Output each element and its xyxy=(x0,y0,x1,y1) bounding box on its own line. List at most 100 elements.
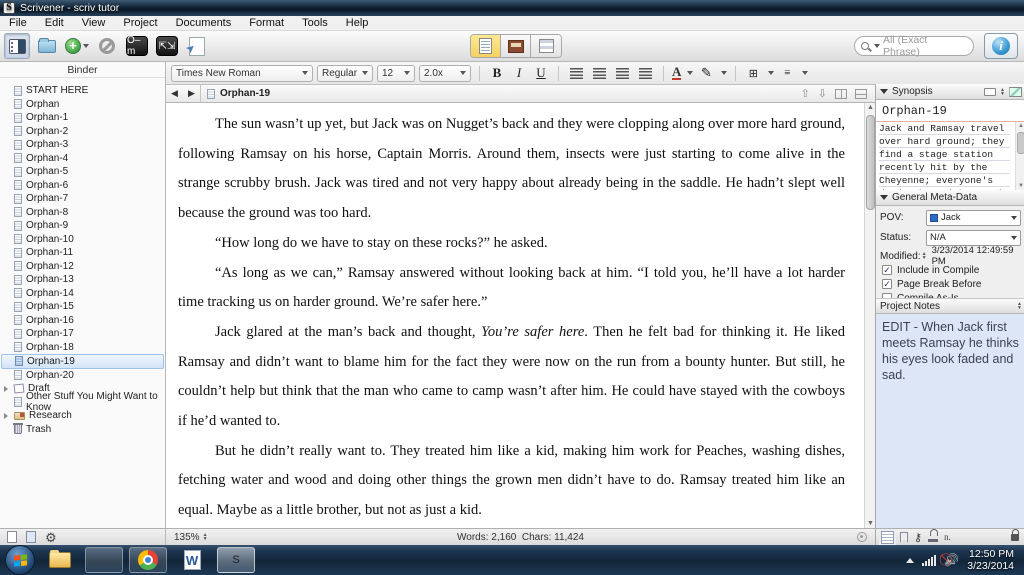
binder-item[interactable]: Orphan-15 xyxy=(1,300,164,314)
add-folder-icon[interactable] xyxy=(26,531,36,543)
notes-pane-icon[interactable] xyxy=(881,531,894,544)
underline-button[interactable]: U xyxy=(532,65,550,81)
binder-item[interactable]: Orphan-2 xyxy=(1,125,164,139)
binder-item[interactable]: Orphan-5 xyxy=(1,165,164,179)
binder-item[interactable]: Orphan-11 xyxy=(1,246,164,260)
binder-item[interactable]: Orphan-7 xyxy=(1,192,164,206)
search-scope-dropdown-icon[interactable] xyxy=(874,44,880,48)
binder-item[interactable]: Orphan-20 xyxy=(1,369,164,383)
highlight-dropdown-icon[interactable] xyxy=(721,71,727,75)
status-select[interactable]: N/A xyxy=(926,230,1021,246)
line-spacing-select[interactable]: 2.0x xyxy=(419,65,471,82)
scroll-down-icon[interactable]: ▼ xyxy=(865,520,875,527)
taskbar-app-scrivener[interactable]: S xyxy=(217,547,255,573)
list-button[interactable]: ≡ xyxy=(778,67,796,79)
align-justify-button[interactable] xyxy=(639,68,652,79)
expand-triangle-icon[interactable] xyxy=(4,413,8,419)
project-notes-body[interactable]: EDIT - When Jack first meets Ramsay he t… xyxy=(876,314,1024,528)
binder-item[interactable]: Orphan-4 xyxy=(1,152,164,166)
italic-button[interactable]: I xyxy=(510,65,528,81)
scroll-up-icon[interactable]: ▲ xyxy=(865,104,875,111)
menu-item-edit[interactable]: Edit xyxy=(36,16,73,31)
project-notes-text[interactable]: EDIT - When Jack first meets Ramsay he t… xyxy=(882,319,1019,383)
pov-select[interactable]: Jack xyxy=(926,210,1021,226)
volume-muted-icon[interactable]: 🔊 xyxy=(944,553,959,567)
clock[interactable]: 12:50 PM 3/23/2014 xyxy=(967,548,1014,572)
binder-item[interactable]: Orphan-18 xyxy=(1,341,164,355)
editor-document-title[interactable]: Orphan-19 xyxy=(220,88,270,99)
text-color-button[interactable]: A xyxy=(672,66,681,80)
binder-item[interactable]: Orphan-6 xyxy=(1,179,164,193)
font-style-select[interactable]: Regular xyxy=(317,65,373,82)
compose-button[interactable] xyxy=(184,33,210,59)
split-vertical-icon[interactable] xyxy=(835,89,847,99)
move-up-icon[interactable]: ⇧ xyxy=(801,87,810,100)
hidden-icons-arrow[interactable] xyxy=(906,558,914,563)
add-item-button[interactable]: + xyxy=(64,33,90,59)
binder-item[interactable]: Orphan xyxy=(1,98,164,112)
gear-icon[interactable]: ⚙ xyxy=(45,531,57,544)
list-dropdown-icon[interactable] xyxy=(802,71,808,75)
menu-item-format[interactable]: Format xyxy=(240,16,293,31)
start-button[interactable] xyxy=(5,545,35,575)
font-family-select[interactable]: Times New Roman xyxy=(171,65,313,82)
document-view-button[interactable] xyxy=(471,35,501,57)
checkbox-checked[interactable]: ✓ xyxy=(882,279,892,289)
references-icon[interactable] xyxy=(900,532,908,543)
expand-triangle-icon[interactable] xyxy=(4,386,8,392)
align-right-button[interactable] xyxy=(616,68,629,79)
binder-item[interactable]: Orphan-8 xyxy=(1,206,164,220)
footnotes-icon[interactable]: n. xyxy=(944,532,951,542)
fullscreen-button[interactable]: ⇱⇲ xyxy=(154,33,180,59)
binder-item[interactable]: Trash xyxy=(1,423,164,437)
lock-icon[interactable] xyxy=(1011,534,1019,541)
add-dropdown-icon[interactable] xyxy=(83,44,89,48)
synopsis-stepper[interactable]: ▲▼ xyxy=(1000,88,1005,96)
align-center-button[interactable] xyxy=(593,68,606,79)
add-document-icon[interactable] xyxy=(7,531,17,543)
binder-item[interactable]: Orphan-1 xyxy=(1,111,164,125)
bold-button[interactable]: B xyxy=(488,65,506,81)
binder-item[interactable]: Other Stuff You Might Want to Know xyxy=(1,396,164,410)
metadata-header[interactable]: General Meta-Data xyxy=(876,190,1024,206)
highlight-button[interactable]: ✎ xyxy=(697,65,715,81)
document-icon[interactable] xyxy=(207,89,215,99)
table-button[interactable]: ⊞ xyxy=(744,67,762,80)
taskbar-app-thunderbird[interactable] xyxy=(85,547,123,573)
split-horizontal-icon[interactable] xyxy=(855,89,867,99)
binder-item[interactable]: Orphan-14 xyxy=(1,287,164,301)
move-down-icon[interactable]: ⇩ xyxy=(818,87,827,100)
keywords-key-icon[interactable]: ⚷ xyxy=(914,531,922,544)
binder-item[interactable]: Orphan-19 xyxy=(1,354,164,369)
binder-item[interactable]: Orphan-16 xyxy=(1,314,164,328)
menu-item-view[interactable]: View xyxy=(73,16,115,31)
taskbar-app-chrome[interactable] xyxy=(129,547,167,573)
editor-scrollbar[interactable]: ▲ ▼ xyxy=(864,103,875,528)
toggle-binder-button[interactable] xyxy=(4,33,30,59)
collapse-triangle-icon[interactable] xyxy=(880,195,888,200)
menu-item-project[interactable]: Project xyxy=(114,16,166,31)
scrollbar-thumb[interactable] xyxy=(866,115,875,210)
taskbar-app-explorer[interactable] xyxy=(41,547,79,573)
binder-item[interactable]: Orphan-13 xyxy=(1,273,164,287)
synopsis-title-field[interactable]: Orphan-19 xyxy=(876,100,1024,122)
collapse-triangle-icon[interactable] xyxy=(880,89,888,94)
project-notes-header[interactable]: Project Notes ▲▼ xyxy=(876,298,1024,314)
taskbar-app-word[interactable]: W xyxy=(173,547,211,573)
notes-stepper[interactable]: ▲▼ xyxy=(1017,302,1022,310)
font-size-select[interactable]: 12 xyxy=(377,65,415,82)
scrollbar-thumb[interactable] xyxy=(1017,132,1024,154)
delete-button[interactable] xyxy=(94,33,120,59)
modified-stepper[interactable]: ▲▼ xyxy=(922,252,927,260)
inspector-toggle-button[interactable]: i xyxy=(984,33,1018,59)
collections-button[interactable] xyxy=(34,33,60,59)
binder-item[interactable]: Orphan-10 xyxy=(1,233,164,247)
editor-body[interactable]: The sun wasn’t up yet, but Jack was on N… xyxy=(166,103,875,528)
text-color-dropdown-icon[interactable] xyxy=(687,71,693,75)
menu-item-tools[interactable]: Tools xyxy=(293,16,337,31)
back-arrow-button[interactable]: ◀ xyxy=(166,88,183,99)
keywords-button[interactable]: O–m xyxy=(124,33,150,59)
synopsis-text[interactable]: Jack and Ramsay travel over hard ground;… xyxy=(879,122,1010,190)
align-left-button[interactable] xyxy=(570,68,583,79)
binder-item[interactable]: Orphan-17 xyxy=(1,327,164,341)
